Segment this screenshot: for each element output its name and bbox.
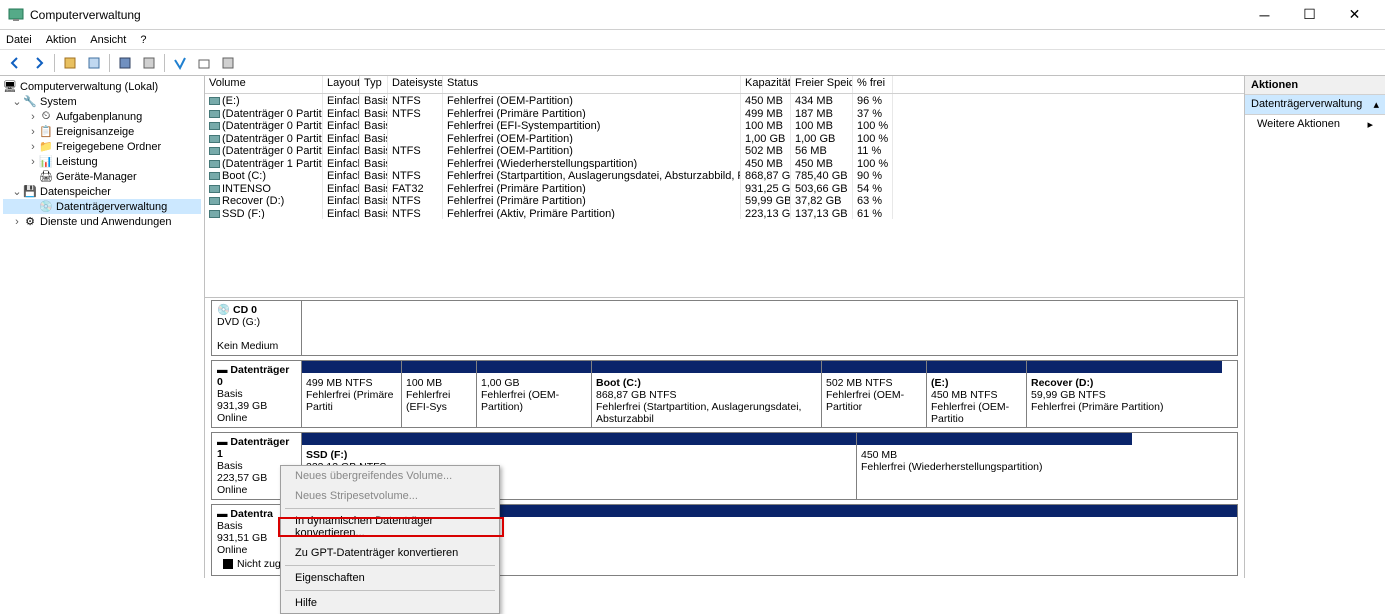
tools-icon: 🔧 xyxy=(23,95,37,109)
menu-datei[interactable]: Datei xyxy=(6,34,32,46)
toolbar-btn-6[interactable] xyxy=(193,52,215,74)
tree-shared[interactable]: ›📁Freigegebene Ordner xyxy=(3,139,201,154)
volume-list-header[interactable]: Volume Layout Typ Dateisystem Status Kap… xyxy=(205,76,1244,94)
actions-more[interactable]: Weitere Aktionen▸ xyxy=(1245,115,1385,134)
tree-events[interactable]: ›📋Ereignisanzeige xyxy=(3,124,201,139)
partition[interactable]: 1,00 GBFehlerfrei (OEM-Partition) xyxy=(477,361,592,427)
forward-button[interactable] xyxy=(28,52,50,74)
storage-icon: 💾 xyxy=(23,185,37,199)
ctx-properties[interactable]: Eigenschaften xyxy=(281,568,499,588)
toolbar-btn-4[interactable] xyxy=(138,52,160,74)
tree-root[interactable]: 🖥Computerverwaltung (Lokal) xyxy=(3,79,201,94)
col-cap[interactable]: Kapazität xyxy=(741,76,791,93)
volume-row[interactable]: Boot (C:)EinfachBasisNTFSFehlerfrei (Sta… xyxy=(205,169,1244,182)
toolbar-btn-1[interactable] xyxy=(59,52,81,74)
ctx-convert-gpt[interactable]: Zu GPT-Datenträger konvertieren xyxy=(281,543,499,563)
tree-system[interactable]: ⌄🔧System xyxy=(3,94,201,109)
volume-row[interactable]: (Datenträger 0 Partition 2)EinfachBasisF… xyxy=(205,119,1244,132)
volume-row[interactable]: Recover (D:)EinfachBasisNTFSFehlerfrei (… xyxy=(205,194,1244,207)
arrow-right-icon: ▸ xyxy=(1367,118,1373,131)
window-titlebar: Computerverwaltung ─ ☐ ✕ xyxy=(0,0,1385,30)
volume-row[interactable]: (Datenträger 1 Partition 2)EinfachBasisF… xyxy=(205,157,1244,170)
col-typ[interactable]: Typ xyxy=(360,76,388,93)
ctx-help[interactable]: Hilfe xyxy=(281,593,499,613)
ctx-new-spanned: Neues übergreifendes Volume... xyxy=(281,466,499,486)
partition[interactable]: (E:)450 MB NTFSFehlerfrei (OEM-Partitio xyxy=(927,361,1027,427)
toolbar xyxy=(0,50,1385,76)
volume-row[interactable]: INTENSOEinfachBasisFAT32Fehlerfrei (Prim… xyxy=(205,182,1244,195)
toolbar-btn-5[interactable] xyxy=(169,52,191,74)
col-volume[interactable]: Volume xyxy=(205,76,323,93)
volume-row[interactable]: SSD (F:)EinfachBasisNTFSFehlerfrei (Akti… xyxy=(205,207,1244,220)
col-layout[interactable]: Layout xyxy=(323,76,360,93)
menu-bar: Datei Aktion Ansicht ? xyxy=(0,30,1385,50)
menu-ansicht[interactable]: Ansicht xyxy=(90,34,126,46)
volume-row[interactable]: (Datenträger 0 Partition 4)EinfachBasisF… xyxy=(205,132,1244,145)
computer-icon: 🖥 xyxy=(3,80,17,94)
app-icon xyxy=(8,7,24,23)
tree-storage[interactable]: ⌄💾Datenspeicher xyxy=(3,184,201,199)
disk-icon: 💿 xyxy=(39,200,53,214)
actions-selection[interactable]: Datenträgerverwaltung▴ xyxy=(1245,95,1385,115)
device-icon: 🖨 xyxy=(39,170,53,184)
volume-row[interactable]: (Datenträger 0 Partition 6)EinfachBasisN… xyxy=(205,144,1244,157)
menu-aktion[interactable]: Aktion xyxy=(46,34,77,46)
nav-tree[interactable]: 🖥Computerverwaltung (Lokal) ⌄🔧System ›⏲A… xyxy=(0,76,205,578)
partition[interactable]: 100 MBFehlerfrei (EFI-Sys xyxy=(402,361,477,427)
back-button[interactable] xyxy=(4,52,26,74)
event-icon: 📋 xyxy=(39,125,53,139)
toolbar-btn-2[interactable] xyxy=(83,52,105,74)
perf-icon: 📊 xyxy=(39,155,53,169)
services-icon: ⚙ xyxy=(23,215,37,229)
disk-cd0[interactable]: 💿 CD 0 DVD (G:) Kein Medium xyxy=(211,300,1238,356)
partition[interactable]: 502 MB NTFSFehlerfrei (OEM-Partitior xyxy=(822,361,927,427)
context-menu: Neues übergreifendes Volume... Neues Str… xyxy=(280,465,500,614)
tree-scheduler[interactable]: ›⏲Aufgabenplanung xyxy=(3,109,201,124)
partition[interactable]: 450 MBFehlerfrei (Wiederherstellungspart… xyxy=(857,433,1132,499)
folder-icon: 📁 xyxy=(39,140,53,154)
tree-perf[interactable]: ›📊Leistung xyxy=(3,154,201,169)
clock-icon: ⏲ xyxy=(39,110,53,124)
ctx-new-striped: Neues Stripesetvolume... xyxy=(281,486,499,506)
window-title: Computerverwaltung xyxy=(30,8,1242,22)
minimize-button[interactable]: ─ xyxy=(1242,1,1287,29)
col-status[interactable]: Status xyxy=(443,76,741,93)
menu-help[interactable]: ? xyxy=(140,34,146,46)
partition[interactable]: Recover (D:)59,99 GB NTFSFehlerfrei (Pri… xyxy=(1027,361,1222,427)
volume-list[interactable]: Volume Layout Typ Dateisystem Status Kap… xyxy=(205,76,1244,298)
volume-row[interactable]: (E:)EinfachBasisNTFSFehlerfrei (OEM-Part… xyxy=(205,94,1244,107)
actions-pane: Aktionen Datenträgerverwaltung▴ Weitere … xyxy=(1245,76,1385,578)
volume-row[interactable]: (Datenträger 0 Partition 1)EinfachBasisN… xyxy=(205,107,1244,120)
col-pct[interactable]: % frei xyxy=(853,76,893,93)
disk-0[interactable]: ▬ Datenträger 0 Basis 931,39 GB Online 4… xyxy=(211,360,1238,428)
ctx-convert-dynamic[interactable]: In dynamischen Datenträger konvertieren.… xyxy=(281,511,499,543)
toolbar-btn-7[interactable] xyxy=(217,52,239,74)
refresh-button[interactable] xyxy=(114,52,136,74)
partition[interactable]: Boot (C:)868,87 GB NTFSFehlerfrei (Start… xyxy=(592,361,822,427)
col-free[interactable]: Freier Speicher xyxy=(791,76,853,93)
tree-diskmgmt[interactable]: 💿Datenträgerverwaltung xyxy=(3,199,201,214)
tree-services[interactable]: ›⚙Dienste und Anwendungen xyxy=(3,214,201,229)
close-button[interactable]: ✕ xyxy=(1332,1,1377,29)
actions-header: Aktionen xyxy=(1245,76,1385,95)
tree-devmgr[interactable]: 🖨Geräte-Manager xyxy=(3,169,201,184)
partition[interactable]: 499 MB NTFSFehlerfrei (Primäre Partiti xyxy=(302,361,402,427)
maximize-button[interactable]: ☐ xyxy=(1287,1,1332,29)
collapse-icon: ▴ xyxy=(1373,98,1379,111)
col-fs[interactable]: Dateisystem xyxy=(388,76,443,93)
